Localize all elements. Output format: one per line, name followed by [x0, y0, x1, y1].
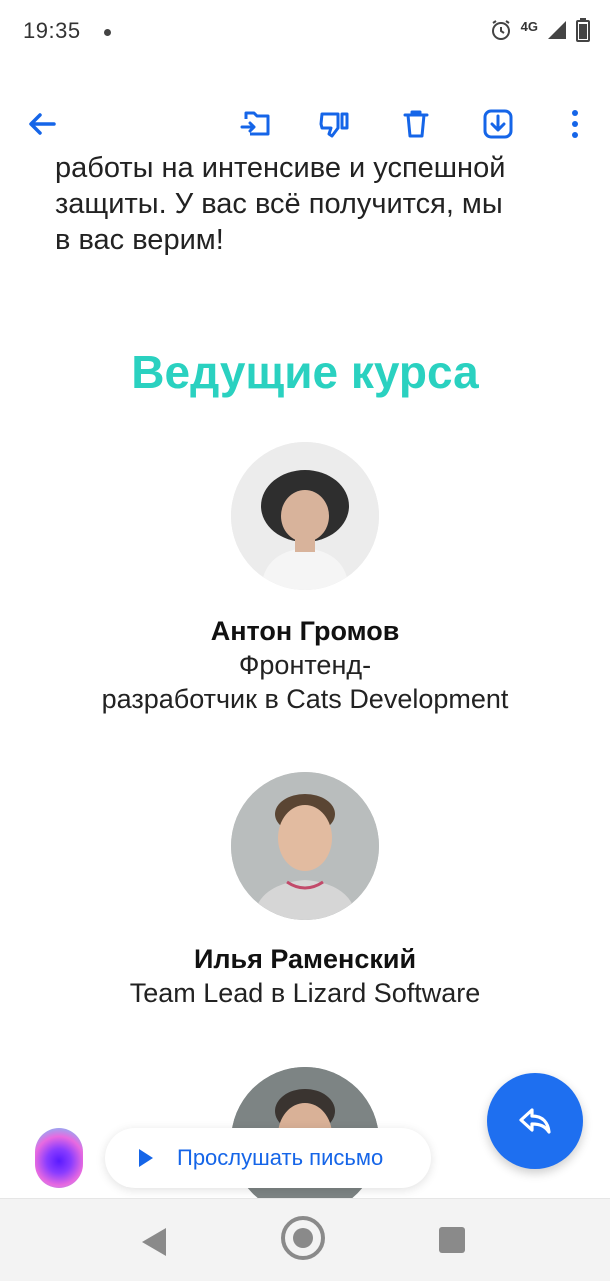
play-icon: [139, 1149, 153, 1167]
listen-email-label: Прослушать письмо: [177, 1145, 384, 1170]
speaker-card: Антон Громов Фронтенд- разработчик в Cat…: [0, 442, 610, 716]
delete-button[interactable]: [392, 100, 440, 148]
intro-paragraph: работы на интенсиве и успешной защиты. У…: [55, 150, 555, 258]
speaker-role: разработчик в Cats Development: [101, 684, 509, 714]
alarm-icon: [489, 18, 513, 47]
status-bar: 19:35 4G: [0, 0, 610, 64]
network-type: 4G: [520, 18, 538, 34]
intro-line: защиты. У вас всё получится, мы: [55, 188, 503, 220]
email-toolbar: [0, 92, 610, 156]
download-button[interactable]: [474, 100, 522, 148]
reply-button[interactable]: [487, 1073, 583, 1169]
speaker-name: Илья Раменский: [193, 944, 417, 974]
back-button[interactable]: [18, 100, 66, 148]
download-icon: [483, 109, 513, 139]
spam-button[interactable]: [310, 100, 358, 148]
avatar: [231, 772, 379, 920]
notification-dot: [104, 29, 111, 36]
intro-line: работы на интенсиве и успешной: [55, 152, 506, 184]
battery-icon: [576, 17, 590, 47]
intro-line: в вас верим!: [55, 224, 224, 256]
move-to-folder-icon: [240, 111, 270, 136]
avatar: [231, 442, 379, 590]
email-body: работы на интенсиве и успешной защиты. У…: [0, 150, 610, 1215]
speaker-role: Фронтенд-: [238, 650, 372, 680]
nav-recents-icon[interactable]: [439, 1227, 465, 1253]
speaker-role: Team Lead в Lizard Software: [129, 978, 481, 1008]
signal-icon: [546, 19, 568, 46]
status-icons: 4G: [489, 17, 590, 47]
reply-icon: [519, 1108, 551, 1134]
status-time: 19:35: [23, 18, 81, 43]
section-title: Ведущие курса: [131, 346, 479, 398]
more-options-button[interactable]: [551, 100, 599, 148]
voice-assistant-button[interactable]: [35, 1128, 83, 1188]
dislike-icon: [319, 112, 349, 138]
trash-icon: [403, 110, 429, 138]
move-to-folder-button[interactable]: [232, 100, 280, 148]
back-arrow-icon: [29, 113, 56, 135]
listen-email-button[interactable]: Прослушать письмо: [105, 1128, 431, 1188]
nav-back-icon[interactable]: [142, 1228, 166, 1256]
system-navigation-bar: [0, 1198, 610, 1281]
nav-home-icon[interactable]: [281, 1216, 325, 1260]
speaker-name: Антон Громов: [210, 616, 400, 646]
more-vert-icon: [572, 110, 578, 138]
speaker-card: Илья Раменский Team Lead в Lizard Softwa…: [0, 772, 610, 1010]
